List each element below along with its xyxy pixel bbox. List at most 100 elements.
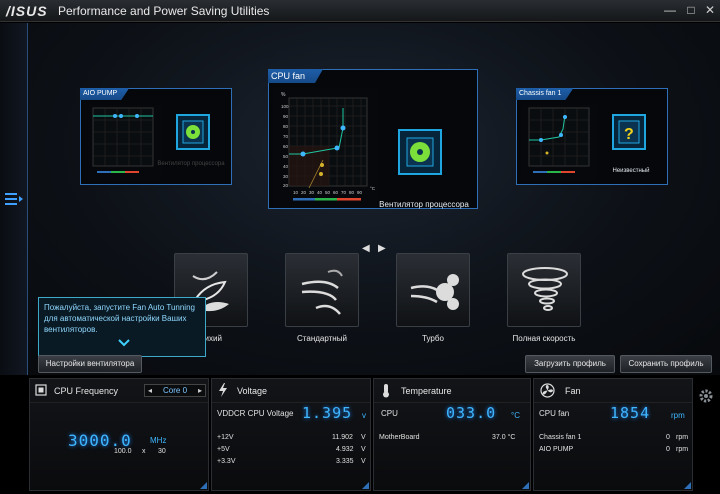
cpu-temp-label: CPU xyxy=(381,409,398,418)
mode-full-speed-button[interactable] xyxy=(507,253,581,327)
cpu-icon xyxy=(35,384,47,396)
voltage-row-label: +3.3V xyxy=(217,458,236,465)
svg-text:30: 30 xyxy=(283,174,289,179)
panel-title: CPU Frequency xyxy=(54,386,119,396)
chevron-down-icon[interactable] xyxy=(117,338,131,348)
svg-text:20: 20 xyxy=(283,183,289,188)
fan-settings-button[interactable]: Настройки вентилятора xyxy=(38,355,142,373)
gear-icon[interactable] xyxy=(698,388,714,404)
svg-text:30: 30 xyxy=(309,190,315,195)
wind-icon xyxy=(301,269,343,315)
caret-left-icon[interactable]: ◂ xyxy=(148,385,152,396)
panel-corner-icon[interactable] xyxy=(362,482,369,489)
temp-row-label: MotherBoard xyxy=(379,434,420,441)
fan-tuning-tooltip: Пожалуйста, запустите Fan Auto Tunning д… xyxy=(38,297,206,357)
fan-curve-chart: % 10090 8070 6050 4030 20 10 20 30 40 50… xyxy=(273,88,377,208)
svg-text:70: 70 xyxy=(341,190,347,195)
mode-label: Стандартный xyxy=(297,334,347,343)
cpu-frequency-panel: CPU Frequency ◂ Core 0 ▸ 3000.0 MHz 100.… xyxy=(29,378,209,491)
mode-label: Полная скорость xyxy=(512,334,576,343)
svg-text:°C: °C xyxy=(370,186,376,191)
fan-card-cpu-fan[interactable]: CPU fan % 100 90 80 70 60 50 40 30 20 10… xyxy=(268,69,478,209)
cpu-frequency-unit: MHz xyxy=(150,436,167,445)
unknown-fan-icon: ? xyxy=(612,114,646,150)
svg-text:60: 60 xyxy=(333,190,339,195)
cpu-temp-unit: °C xyxy=(511,411,520,420)
ratio-value: 30 xyxy=(158,448,166,455)
temp-row-value: 37.0 °C xyxy=(492,434,516,441)
y-axis-unit: % xyxy=(281,92,286,98)
close-icon[interactable]: ✕ xyxy=(702,3,718,18)
monitor-bar: CPU Frequency ◂ Core 0 ▸ 3000.0 MHz 100.… xyxy=(0,378,720,494)
cpu-temp-value: 033.0 xyxy=(446,404,497,422)
fan-curve-chart xyxy=(85,105,161,180)
tooltip-text: Пожалуйста, запустите Fan Auto Tunning д… xyxy=(44,303,195,334)
voltage-row-value: 3.335 xyxy=(336,458,354,465)
minimize-icon[interactable]: — xyxy=(662,3,678,18)
svg-text:10: 10 xyxy=(293,190,299,195)
asus-logo: /ISUS xyxy=(6,3,48,19)
lightning-icon xyxy=(219,383,227,397)
menu-expand-icon[interactable] xyxy=(4,191,24,207)
fan-curve-chart xyxy=(521,105,597,180)
tornado-icon xyxy=(522,267,568,311)
previous-icon[interactable]: ◀ xyxy=(362,243,370,254)
voltage-row-value: 11.902 xyxy=(332,434,353,441)
core-select[interactable]: ◂ Core 0 ▸ xyxy=(144,384,206,397)
load-profile-button[interactable]: Загрузить профиль xyxy=(525,355,615,373)
voltage-row-label: +12V xyxy=(217,434,234,441)
voltage-row-unit: V xyxy=(361,434,366,441)
fan-label: Неизвестный xyxy=(612,168,650,174)
sidebar xyxy=(0,23,28,375)
panel-corner-icon[interactable] xyxy=(200,482,207,489)
title-bar: /ISUS Performance and Power Saving Utili… xyxy=(0,0,720,22)
svg-text:70: 70 xyxy=(283,134,289,139)
fan-label: Вентилятор процессора xyxy=(379,200,469,209)
fan-label: Вентилятор процессора xyxy=(157,161,225,167)
panel-corner-icon[interactable] xyxy=(684,482,691,489)
vddcr-unit: v xyxy=(362,411,366,420)
mode-turbo-button[interactable] xyxy=(396,253,470,327)
save-profile-button[interactable]: Сохранить профиль xyxy=(620,355,712,373)
svg-text:80: 80 xyxy=(283,124,289,129)
fan-card-tab: AIO PUMP xyxy=(80,88,129,100)
svg-text:100: 100 xyxy=(281,104,289,109)
fan-card-chassis-fan-1[interactable]: Chassis fan 1 ? Неизвестный xyxy=(516,88,668,185)
next-icon[interactable]: ▶ xyxy=(378,243,386,254)
voltage-row-unit: V xyxy=(361,446,366,453)
panel-title: Temperature xyxy=(401,386,452,396)
voltage-row-unit: V xyxy=(361,458,366,465)
svg-text:20: 20 xyxy=(301,190,307,195)
voltage-row-value: 4.932 xyxy=(336,446,354,453)
voltage-row-label: +5V xyxy=(217,446,230,453)
cpu-fan-icon xyxy=(398,129,442,175)
vddcr-label: VDDCR CPU Voltage xyxy=(217,409,294,418)
svg-text:50: 50 xyxy=(325,190,331,195)
cpu-fan-label: CPU fan xyxy=(539,409,570,418)
fan-row-label: AIO PUMP xyxy=(539,446,574,453)
svg-text:90: 90 xyxy=(357,190,363,195)
temperature-panel: Temperature CPU 033.0 °C MotherBoard 37.… xyxy=(373,378,531,491)
multiplier-sign: x xyxy=(142,448,146,455)
fan-row-value: 0 xyxy=(666,434,670,441)
gust-icon xyxy=(410,274,459,310)
cpu-fan-unit: rpm xyxy=(671,411,685,420)
svg-text:?: ? xyxy=(624,126,634,143)
fan-row-label: Chassis fan 1 xyxy=(539,434,582,441)
maximize-icon[interactable]: □ xyxy=(683,3,699,18)
cpu-fan-rpm: 1854 xyxy=(610,404,651,422)
fan-card-tab: Chassis fan 1 xyxy=(516,88,573,100)
vddcr-value: 1.395 xyxy=(302,404,353,422)
svg-text:60: 60 xyxy=(283,144,289,149)
mode-standard-button[interactable] xyxy=(285,253,359,327)
panel-title: Voltage xyxy=(237,386,268,396)
svg-text:90: 90 xyxy=(283,114,289,119)
svg-text:80: 80 xyxy=(349,190,355,195)
window-title: Performance and Power Saving Utilities xyxy=(58,4,270,18)
fan-card-aio-pump[interactable]: AIO PUMP Вентилятор процессора xyxy=(80,88,232,185)
caret-right-icon[interactable]: ▸ xyxy=(198,385,202,396)
svg-text:40: 40 xyxy=(283,164,289,169)
panel-corner-icon[interactable] xyxy=(522,482,529,489)
main-area: AIO PUMP Вентилятор процессора CPU fan %… xyxy=(0,23,720,375)
panel-title: Fan xyxy=(565,386,581,396)
